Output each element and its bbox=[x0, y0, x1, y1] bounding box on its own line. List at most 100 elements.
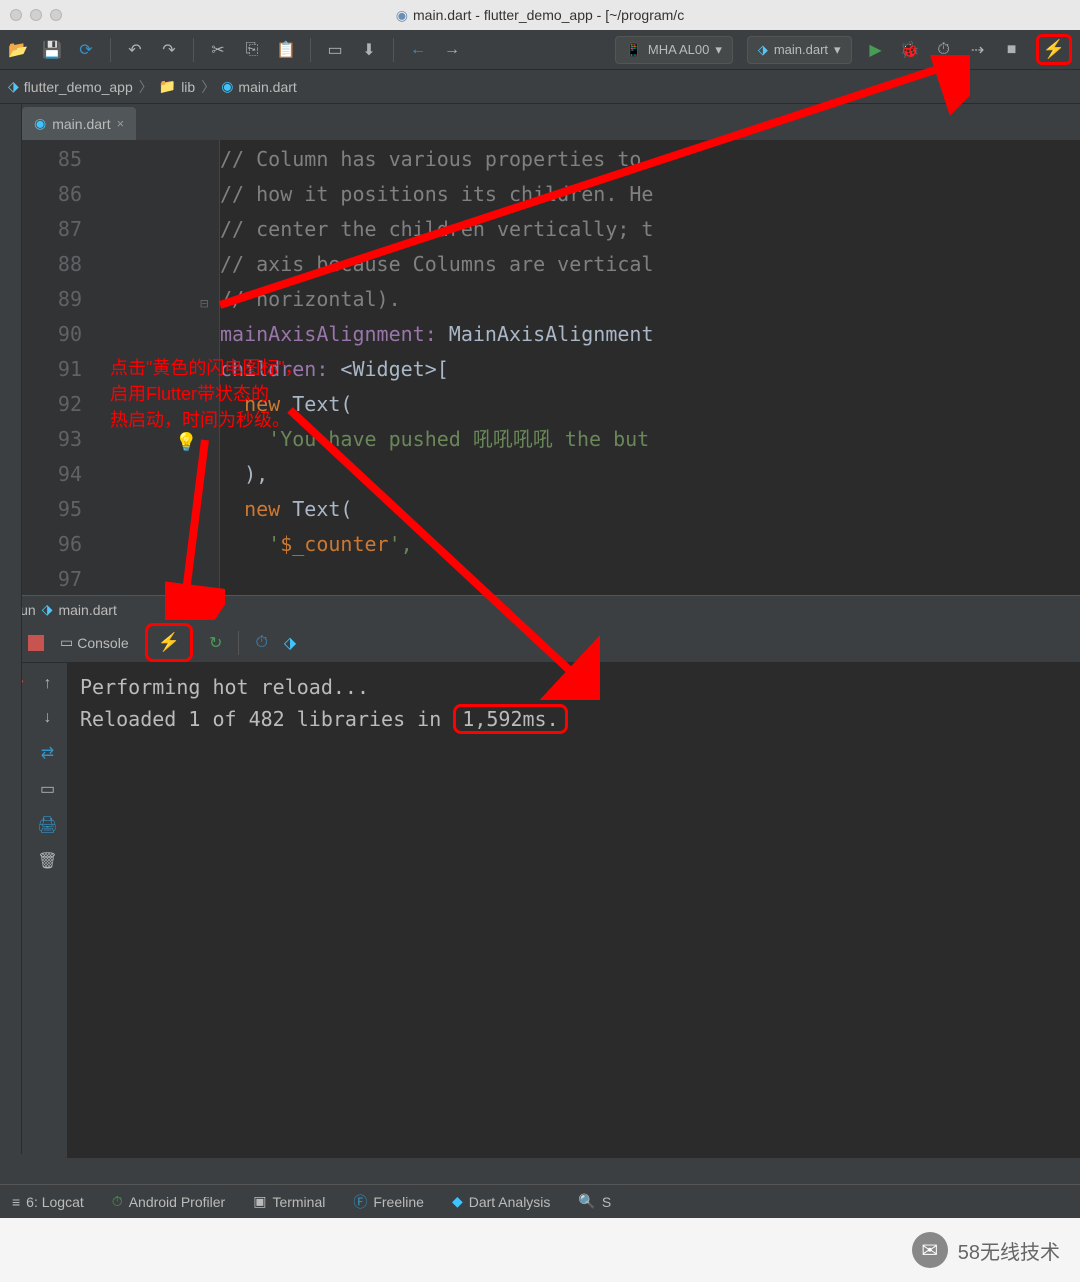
run-side-tools-2: ↑ ↓ ⇄ ▭ 🖨 🗑 bbox=[28, 663, 68, 1158]
annotation-text: 点击"黄色的闪电图标"， 启用Flutter带状态的 热启动，时间为秒级。 bbox=[110, 355, 303, 433]
freeline-label: Freeline bbox=[373, 1194, 424, 1210]
profiler-icon: ⏱ bbox=[112, 1193, 123, 1210]
hot-reload-button[interactable]: ⚡ bbox=[1043, 39, 1065, 60]
logcat-icon: ≡ bbox=[12, 1194, 20, 1210]
console-label: Console bbox=[77, 635, 128, 651]
breadcrumb-project[interactable]: ⬗ flutter_demo_app bbox=[8, 78, 133, 95]
paste-icon[interactable]: 📋 bbox=[276, 40, 296, 60]
run-config-selector[interactable]: ⬗ main.dart ▾ bbox=[747, 36, 852, 64]
stop-button[interactable]: ■ bbox=[1002, 40, 1022, 60]
back-icon[interactable]: ← bbox=[408, 40, 428, 60]
terminal-label: Terminal bbox=[272, 1194, 325, 1210]
code-string: ' bbox=[268, 532, 280, 556]
code-line: // how it positions its children. He bbox=[220, 182, 653, 206]
editor-tabs: ◉ main.dart × bbox=[0, 104, 1080, 140]
file-icon: ◉ bbox=[396, 7, 408, 24]
bottom-terminal[interactable]: ▣ Terminal bbox=[253, 1193, 325, 1210]
restart-icon[interactable]: ↻ bbox=[209, 633, 222, 653]
bottom-logcat[interactable]: ≡ 6: Logcat bbox=[12, 1194, 84, 1210]
editor-tab-main[interactable]: ◉ main.dart × bbox=[22, 107, 136, 140]
left-tool-strip[interactable] bbox=[0, 104, 22, 1154]
copy-icon[interactable]: ⎘ bbox=[242, 40, 262, 60]
run-panel-body: 📌 ✕ ? ↑ ↓ ⇄ ▭ 🖨 🗑 Performing hot reload.… bbox=[0, 663, 1080, 1158]
hot-reload-highlight: ⚡ bbox=[1036, 34, 1072, 65]
console-tab[interactable]: ▭ Console bbox=[60, 634, 129, 651]
open-icon[interactable]: 📂 bbox=[8, 40, 28, 60]
run-toolbar: ▭ Console ⚡ ↻ ⏱ ⬗ bbox=[0, 623, 1080, 663]
search-icon: 🔍 bbox=[578, 1193, 595, 1210]
flutter-inspector-icon[interactable]: ⬗ bbox=[284, 633, 296, 653]
navigation-breadcrumb: ⬗ flutter_demo_app 〉 📁 lib 〉 ◉ main.dart bbox=[0, 70, 1080, 104]
undo-icon[interactable]: ↶ bbox=[125, 40, 145, 60]
minimize-window-button[interactable] bbox=[30, 9, 42, 21]
close-window-button[interactable] bbox=[10, 9, 22, 21]
dart-label: Dart Analysis bbox=[469, 1194, 551, 1210]
print-icon[interactable]: 🖨 bbox=[37, 815, 57, 835]
window-title-bar: ◉ main.dart - flutter_demo_app - [~/prog… bbox=[0, 0, 1080, 30]
code-string: 'You have pushed 吼吼吼吼 the but bbox=[268, 427, 649, 451]
attach-button[interactable]: ⇢ bbox=[968, 40, 988, 60]
wechat-icon: ✉ bbox=[912, 1232, 948, 1268]
forward-icon[interactable]: → bbox=[442, 40, 462, 60]
bottom-search[interactable]: 🔍 S bbox=[578, 1193, 611, 1210]
maximize-window-button[interactable] bbox=[50, 9, 62, 21]
cut-icon[interactable]: ✂ bbox=[208, 40, 228, 60]
redo-icon[interactable]: ↷ bbox=[159, 40, 179, 60]
bottom-tool-bar: ≡ 6: Logcat ⏱ Android Profiler ▣ Termina… bbox=[0, 1184, 1080, 1218]
hot-reload-button[interactable]: ⚡ bbox=[158, 632, 180, 653]
bottom-freeline[interactable]: Ⓕ Freeline bbox=[353, 1192, 424, 1212]
device-icon: 📱 bbox=[626, 42, 642, 58]
run-button[interactable]: ▶ bbox=[866, 40, 886, 60]
chevron-down-icon: ▾ bbox=[834, 42, 841, 58]
code-token: ), bbox=[244, 462, 268, 486]
breadcrumb-file[interactable]: ◉ main.dart bbox=[221, 78, 297, 95]
code-area[interactable]: // Column has various properties to // h… bbox=[220, 140, 1080, 595]
breadcrumb-separator: 〉 bbox=[201, 77, 215, 97]
separator bbox=[238, 631, 239, 655]
window-title: ◉ main.dart - flutter_demo_app - [~/prog… bbox=[396, 7, 684, 24]
avd-icon[interactable]: ▭ bbox=[325, 40, 345, 60]
main-toolbar: 📂 💾 ⟳ ↶ ↷ ✂ ⎘ 📋 ▭ ⬇ ← → 📱 MHA AL00 ▾ ⬗ m… bbox=[0, 30, 1080, 70]
code-token: Text( bbox=[280, 497, 352, 521]
profile-button[interactable]: ⏱ bbox=[934, 40, 954, 60]
bottom-profiler[interactable]: ⏱ Android Profiler bbox=[112, 1193, 225, 1210]
device-name: MHA AL00 bbox=[648, 42, 709, 57]
trash-icon[interactable]: 🗑 bbox=[37, 851, 57, 871]
console-output[interactable]: Performing hot reload... Reloaded 1 of 4… bbox=[68, 663, 1080, 1158]
sync-icon[interactable]: ⟳ bbox=[76, 40, 96, 60]
freeline-icon: Ⓕ bbox=[353, 1192, 367, 1212]
window-title-text: main.dart - flutter_demo_app - [~/progra… bbox=[413, 7, 684, 23]
sdk-icon[interactable]: ⬇ bbox=[359, 40, 379, 60]
fold-marker-icon[interactable]: ⊟ bbox=[200, 287, 208, 322]
tab-label: main.dart bbox=[52, 116, 110, 132]
stopwatch-icon[interactable]: ⏱ bbox=[255, 634, 267, 652]
up-icon[interactable]: ↑ bbox=[44, 675, 52, 693]
bottom-dart[interactable]: ◆ Dart Analysis bbox=[452, 1193, 550, 1210]
breadcrumb-folder[interactable]: 📁 lib bbox=[159, 78, 195, 95]
down-icon[interactable]: ↓ bbox=[44, 709, 52, 727]
logcat-label: 6: Logcat bbox=[26, 1194, 84, 1210]
close-tab-icon[interactable]: × bbox=[117, 116, 125, 131]
annotation-line1: 点击"黄色的闪电图标"， bbox=[110, 355, 303, 381]
code-token: <Widget>[ bbox=[328, 357, 448, 381]
breadcrumb-project-label: flutter_demo_app bbox=[24, 79, 133, 95]
debug-button[interactable]: 🐞 bbox=[900, 40, 920, 60]
search-label: S bbox=[602, 1194, 611, 1210]
run-panel-header[interactable]: Run ⬗ main.dart bbox=[0, 595, 1080, 623]
status-bar: ✉ 58无线技术 bbox=[0, 1218, 1080, 1282]
code-token: MainAxisAlignment bbox=[437, 322, 654, 346]
stop-button[interactable] bbox=[28, 635, 44, 651]
console-line: Performing hot reload... bbox=[80, 675, 369, 699]
run-file-label: main.dart bbox=[58, 602, 116, 618]
dart-icon: ◆ bbox=[452, 1193, 463, 1210]
annotation-line3: 热启动，时间为秒级。 bbox=[110, 407, 303, 433]
scroll-icon[interactable]: ▭ bbox=[40, 779, 55, 799]
device-selector[interactable]: 📱 MHA AL00 ▾ bbox=[615, 36, 733, 64]
code-line: // horizontal). bbox=[220, 287, 401, 311]
wrap-icon[interactable]: ⇄ bbox=[41, 743, 54, 763]
separator bbox=[310, 38, 311, 62]
chevron-down-icon: ▾ bbox=[715, 42, 722, 58]
code-string: ', bbox=[389, 532, 413, 556]
save-icon[interactable]: 💾 bbox=[42, 40, 62, 60]
code-line: // center the children vertically; t bbox=[220, 217, 653, 241]
